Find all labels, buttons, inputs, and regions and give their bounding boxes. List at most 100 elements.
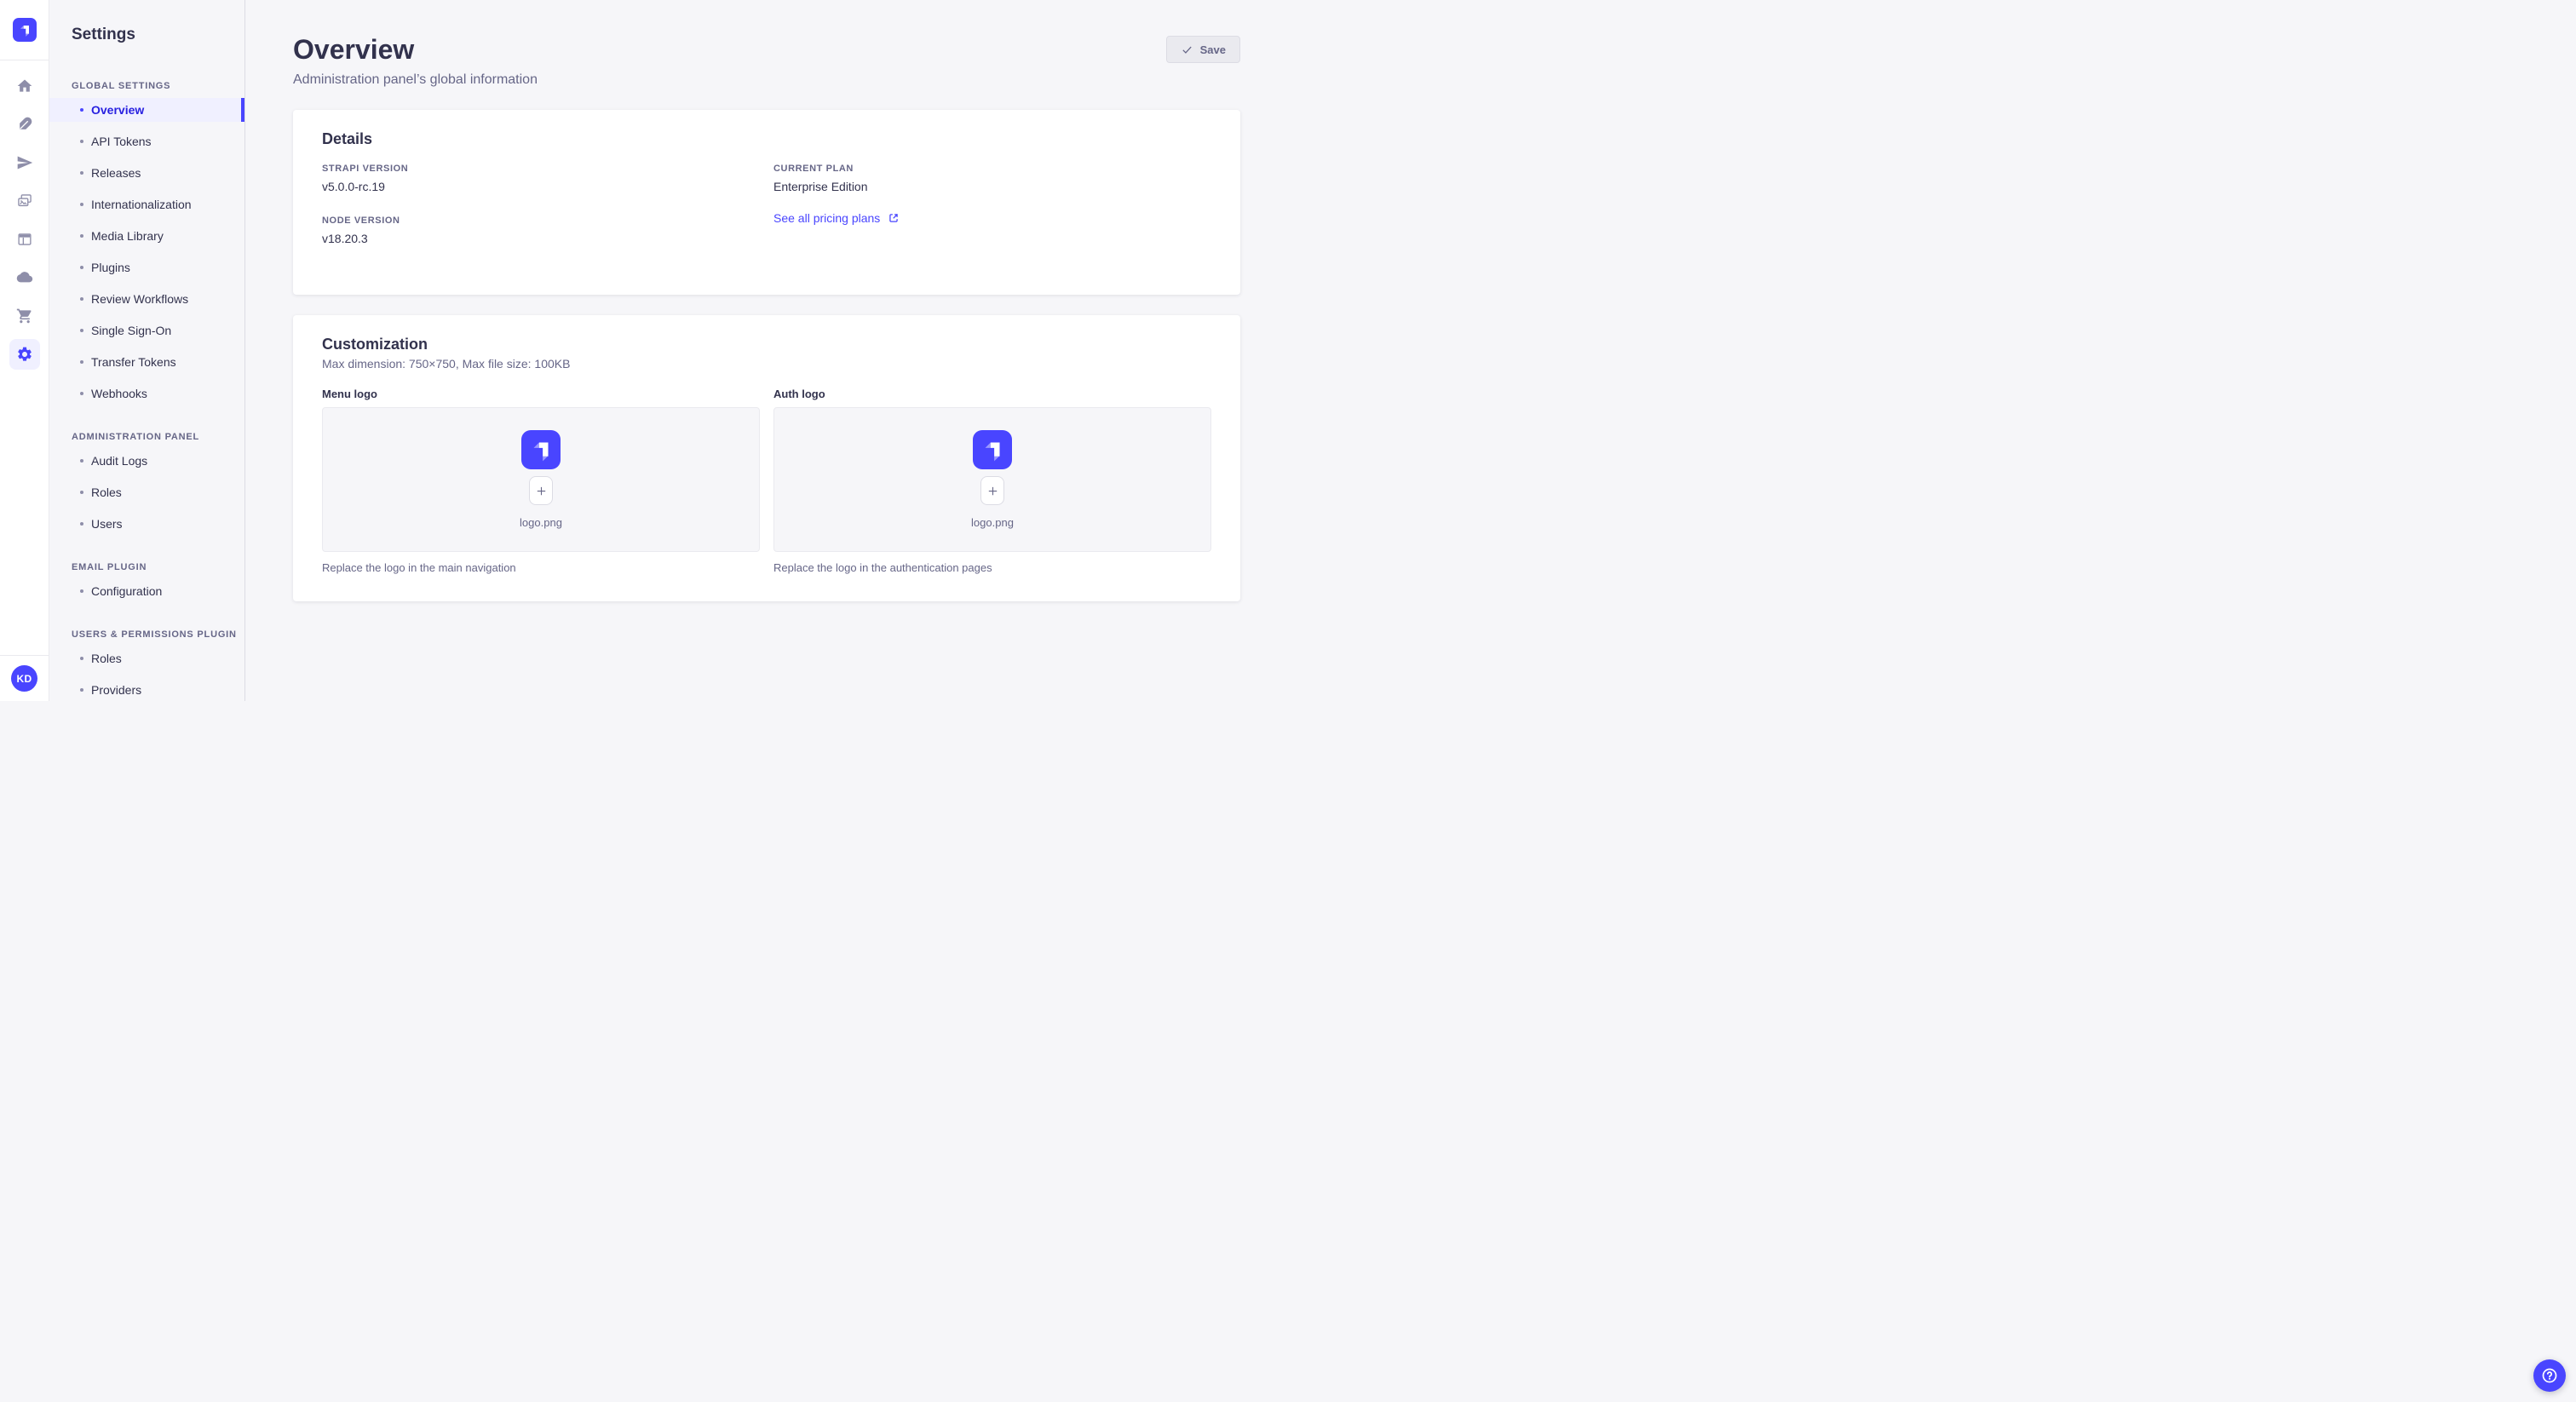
subnav-item-api-tokens[interactable]: API Tokens <box>49 129 244 153</box>
subnav-item-review-workflows[interactable]: Review Workflows <box>49 287 244 311</box>
pricing-plans-link-label: See all pricing plans <box>773 211 881 225</box>
rail-icon-list <box>9 60 40 370</box>
cloud-icon <box>16 272 32 283</box>
auth-logo-hint: Replace the logo in the authentication p… <box>773 561 992 574</box>
section-label: GLOBAL SETTINGS <box>72 81 171 91</box>
main-content: Overview Administration panel’s global i… <box>245 0 1288 701</box>
customization-constraints: Max dimension: 750×750, Max file size: 1… <box>322 357 571 371</box>
strapi-bolt-icon <box>985 442 1000 462</box>
subnav-item-plugins[interactable]: Plugins <box>49 256 244 279</box>
rail-item-deploy[interactable] <box>9 262 40 293</box>
menu-logo-column: Menu logo logo.png Replace the logo in t… <box>322 388 760 574</box>
section-users-permissions-plugin: USERS & PERMISSIONS PLUGIN Roles Provide… <box>49 629 244 710</box>
feather-icon <box>19 117 32 129</box>
menu-logo-preview <box>521 430 561 469</box>
bullet-dot <box>80 108 83 112</box>
field-label: CURRENT PLAN <box>773 164 854 174</box>
auth-logo-column: Auth logo logo.png Replace the logo in t… <box>773 388 1211 574</box>
rail-item-content-type-builder[interactable] <box>9 224 40 255</box>
section-label: EMAIL PLUGIN <box>72 562 147 572</box>
page-title: Overview <box>293 34 415 65</box>
section-email-plugin: EMAIL PLUGIN Configuration <box>49 562 244 611</box>
logo-upload-grid: Menu logo logo.png Replace the logo in t… <box>322 388 1211 574</box>
page-header: Overview Administration panel’s global i… <box>245 0 1288 110</box>
details-left-column: STRAPI VERSION v5.0.0-rc.19 NODE VERSION… <box>322 164 760 267</box>
subnav-item-label: Roles <box>91 486 122 499</box>
menu-logo-dropzone[interactable]: logo.png <box>322 407 760 552</box>
subnav-item-label: Webhooks <box>91 387 147 400</box>
rail-logo-area <box>0 0 49 60</box>
subnav-item-transfer-tokens[interactable]: Transfer Tokens <box>49 350 244 374</box>
subnav-item-webhooks[interactable]: Webhooks <box>49 382 244 405</box>
rail-item-content[interactable] <box>9 109 40 140</box>
subnav-item-email-configuration[interactable]: Configuration <box>49 579 244 603</box>
auth-logo-add-button[interactable] <box>980 476 1004 505</box>
subnav-item-up-providers[interactable]: Providers <box>49 678 244 702</box>
icon-rail: KD <box>0 0 49 701</box>
settings-subnav: Settings GLOBAL SETTINGS Overview API To… <box>49 0 245 701</box>
subnav-item-audit-logs[interactable]: Audit Logs <box>49 449 244 473</box>
auth-logo-label: Auth logo <box>773 388 825 400</box>
subnav-item-label: Transfer Tokens <box>91 355 176 369</box>
auth-logo-filename: logo.png <box>971 516 1014 529</box>
page-subtitle: Administration panel’s global informatio… <box>293 72 538 87</box>
bullet-dot <box>80 392 83 395</box>
subnav-item-label: Single Sign-On <box>91 324 172 337</box>
field-value: Enterprise Edition <box>773 180 868 193</box>
rail-item-home[interactable] <box>9 71 40 101</box>
subnav-item-up-roles[interactable]: Roles <box>49 646 244 670</box>
subnav-item-label: Audit Logs <box>91 454 148 468</box>
field-label: STRAPI VERSION <box>322 164 409 174</box>
layout-icon <box>17 233 32 245</box>
menu-logo-label: Menu logo <box>322 388 377 400</box>
paper-plane-icon <box>17 156 32 170</box>
field-label: NODE VERSION <box>322 215 400 226</box>
subnav-item-admin-users[interactable]: Users <box>49 512 244 536</box>
strapi-bolt-icon <box>20 26 29 37</box>
strapi-bolt-icon <box>533 442 549 462</box>
cart-icon <box>16 308 32 324</box>
subnav-item-media-library[interactable]: Media Library <box>49 224 244 248</box>
subnav-item-label: Users <box>91 517 123 531</box>
rail-item-marketplace[interactable] <box>9 301 40 331</box>
home-icon <box>17 79 32 92</box>
check-icon <box>1182 46 1192 54</box>
section-label: USERS & PERMISSIONS PLUGIN <box>72 629 237 640</box>
bullet-dot <box>80 203 83 206</box>
question-mark-icon <box>2542 1368 2557 1383</box>
gear-icon <box>17 347 32 361</box>
subnav-item-label: Media Library <box>91 229 164 243</box>
subnav-item-internationalization[interactable]: Internationalization <box>49 192 244 216</box>
media-library-icon <box>17 194 32 207</box>
help-button[interactable] <box>2533 1359 2566 1392</box>
subnav-item-label: Providers <box>91 683 142 697</box>
menu-logo-filename: logo.png <box>520 516 562 529</box>
subnav-item-overview[interactable]: Overview <box>49 98 244 122</box>
subnav-item-releases[interactable]: Releases <box>49 161 244 185</box>
bullet-dot <box>80 522 83 526</box>
details-card-title: Details <box>322 130 373 147</box>
customization-card: Customization Max dimension: 750×750, Ma… <box>293 315 1240 601</box>
subnav-item-label: Review Workflows <box>91 292 189 306</box>
auth-logo-dropzone[interactable]: logo.png <box>773 407 1211 552</box>
customization-card-title: Customization <box>322 336 428 353</box>
rail-item-media-library[interactable] <box>9 186 40 216</box>
menu-logo-add-button[interactable] <box>529 476 553 505</box>
bullet-dot <box>80 171 83 175</box>
section-administration-panel: ADMINISTRATION PANEL Audit Logs Roles Us… <box>49 432 244 543</box>
save-button[interactable]: Save <box>1165 36 1240 63</box>
rail-item-settings[interactable] <box>9 339 40 370</box>
subnav-item-admin-roles[interactable]: Roles <box>49 480 244 504</box>
subnav-item-label: Configuration <box>91 584 163 598</box>
rail-item-releases[interactable] <box>9 147 40 178</box>
bullet-dot <box>80 234 83 238</box>
subnav-item-label: API Tokens <box>91 135 152 148</box>
current-plan-field: CURRENT PLAN Enterprise Edition <box>773 164 1211 193</box>
subnav-item-single-sign-on[interactable]: Single Sign-On <box>49 319 244 342</box>
bullet-dot <box>80 329 83 332</box>
pricing-plans-link[interactable]: See all pricing plans <box>773 211 1211 225</box>
section-label: ADMINISTRATION PANEL <box>72 432 200 442</box>
strapi-logo[interactable] <box>12 18 37 42</box>
user-avatar[interactable]: KD <box>11 665 37 692</box>
subnav-item-label: Internationalization <box>91 198 192 211</box>
